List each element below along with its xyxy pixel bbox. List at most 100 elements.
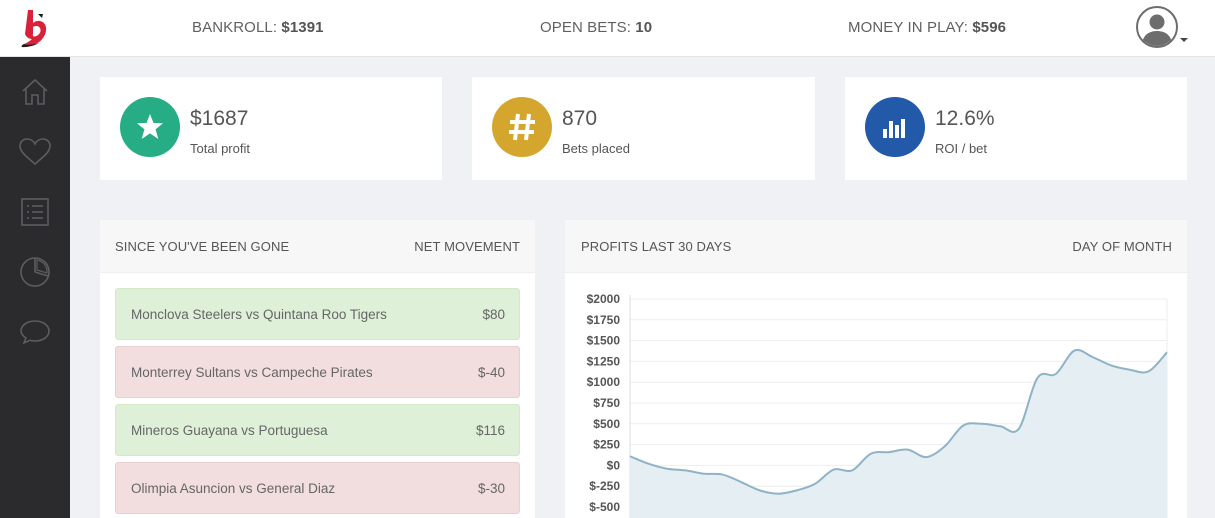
- list-item[interactable]: Mineros Guayana vs Portuguesa $116: [115, 404, 520, 456]
- user-avatar-icon: [1142, 14, 1172, 46]
- panel-column-label: NET MOVEMENT: [414, 239, 520, 254]
- data-point: [1129, 369, 1131, 371]
- star-icon: [137, 114, 163, 139]
- event-name: Monclova Steelers vs Quintana Roo Tigers: [131, 307, 387, 322]
- y-tick-label: $1250: [587, 354, 621, 368]
- data-point: [907, 449, 909, 451]
- open-bets-label: OPEN BETS:: [540, 19, 636, 36]
- event-name: Monterrey Sultans vs Campeche Pirates: [131, 365, 373, 380]
- kpi-circle: [492, 97, 552, 157]
- kpi-label: Total profit: [190, 141, 250, 156]
- net-amount: $-30: [477, 481, 505, 496]
- home-icon: [22, 78, 48, 105]
- kpi-value: $1687: [190, 107, 249, 130]
- event-name: Olimpia Asuncion vs General Diaz: [131, 481, 336, 496]
- open-bets-value: 10: [635, 19, 653, 36]
- hash-icon: [509, 113, 535, 141]
- sidebar: [0, 0, 70, 518]
- chart-title: PROFITS LAST 30 DAYS: [581, 239, 732, 254]
- data-point: [759, 489, 761, 491]
- data-point: [944, 445, 946, 447]
- data-point: [1073, 350, 1075, 352]
- data-point: [870, 453, 872, 455]
- profits-chart-panel: PROFITS LAST 30 DAYS DAY OF MONTH $2000 $…: [565, 220, 1187, 518]
- sidebar-item-statistics[interactable]: [0, 250, 70, 294]
- list-item[interactable]: Monterrey Sultans vs Campeche Pirates $-…: [115, 346, 520, 398]
- data-point: [999, 425, 1001, 427]
- heart-icon: [19, 138, 51, 166]
- bankroll-stat: BANKROLL: $1391: [192, 19, 324, 36]
- net-amount: $-40: [477, 365, 505, 380]
- data-point: [962, 424, 964, 426]
- bar-chart-icon: [883, 119, 905, 138]
- y-tick-label: $500: [593, 417, 620, 431]
- y-tick-label: $250: [593, 438, 620, 452]
- data-point: [833, 469, 835, 471]
- data-point: [925, 456, 927, 458]
- profits-chart: $2000 $1750 $1500 $1250 $1000 $750 $500 $250 $0 $…: [587, 292, 1168, 518]
- data-point: [629, 455, 631, 457]
- data-point: [888, 451, 890, 453]
- money-in-play-label: MONEY IN PLAY:: [848, 19, 973, 36]
- kpi-card-roi: 12.6% ROI / bet: [845, 77, 1187, 180]
- money-in-play-stat: MONEY IN PLAY: $596: [848, 19, 1006, 36]
- kpi-circle: [865, 97, 925, 157]
- data-point: [648, 463, 650, 465]
- list-item[interactable]: Monclova Steelers vs Quintana Roo Tigers…: [115, 288, 520, 340]
- data-point: [814, 483, 816, 485]
- user-menu-caret-icon[interactable]: [1180, 38, 1188, 42]
- top-bar: BANKROLL: $1391 OPEN BETS: 10 MONEY IN P…: [70, 0, 1215, 57]
- data-point: [796, 489, 798, 491]
- net-movement-panel: SINCE YOU'VE BEEN GONE NET MOVEMENT Monc…: [100, 220, 535, 518]
- data-point: [1110, 365, 1112, 367]
- panel-title: SINCE YOU'VE BEEN GONE: [115, 239, 290, 254]
- data-point: [1092, 356, 1094, 358]
- sidebar-item-messages[interactable]: [0, 310, 70, 354]
- data-point: [740, 481, 742, 483]
- brand-logo[interactable]: [0, 0, 70, 57]
- net-amount: $116: [475, 423, 505, 438]
- data-point: [685, 469, 687, 471]
- money-in-play-value: $596: [972, 19, 1007, 36]
- data-point: [1036, 377, 1038, 379]
- y-tick-label: $1500: [587, 334, 621, 348]
- data-point: [703, 473, 705, 475]
- data-point: [1147, 370, 1149, 372]
- data-point: [666, 468, 668, 470]
- brand-logo-icon: [21, 10, 47, 48]
- data-point: [851, 469, 853, 471]
- list-icon: [21, 198, 49, 226]
- event-name: Mineros Guayana vs Portuguesa: [131, 423, 328, 438]
- data-point: [1018, 428, 1020, 430]
- y-tick-label: $1750: [587, 313, 621, 327]
- kpi-circle: [120, 97, 180, 157]
- y-tick-label: $-250: [589, 479, 620, 493]
- panel-header: PROFITS LAST 30 DAYS DAY OF MONTH: [565, 220, 1187, 273]
- data-point: [777, 493, 779, 495]
- pie-chart-icon: [20, 257, 50, 287]
- chat-icon: [20, 320, 50, 345]
- chart-x-axis-label: DAY OF MONTH: [1072, 239, 1172, 254]
- open-bets-stat: OPEN BETS: 10: [540, 19, 652, 36]
- y-tick-label: $-500: [589, 500, 620, 514]
- y-tick-label: $2000: [587, 292, 621, 306]
- bankroll-value: $1391: [281, 19, 324, 36]
- sidebar-item-favorites[interactable]: [0, 130, 70, 174]
- kpi-value: 870: [562, 107, 598, 130]
- data-point: [1055, 373, 1057, 375]
- sidebar-item-home[interactable]: [0, 70, 70, 114]
- data-point: [981, 423, 983, 425]
- panel-header: SINCE YOU'VE BEEN GONE NET MOVEMENT: [100, 220, 535, 273]
- kpi-card-total-profit: $1687 Total profit: [100, 77, 442, 180]
- avatar[interactable]: [1136, 6, 1178, 48]
- y-tick-label: $1000: [587, 375, 621, 389]
- kpi-card-bets-placed: 870 Bets placed: [472, 77, 815, 180]
- bankroll-label: BANKROLL:: [192, 19, 282, 36]
- sidebar-item-bets-list[interactable]: [0, 190, 70, 234]
- data-point: [1166, 351, 1168, 353]
- kpi-label: Bets placed: [562, 141, 630, 156]
- y-tick-label: $750: [593, 396, 620, 410]
- list-item[interactable]: Olimpia Asuncion vs General Diaz $-30: [115, 462, 520, 514]
- net-amount: $80: [482, 307, 505, 322]
- kpi-label: ROI / bet: [935, 141, 988, 156]
